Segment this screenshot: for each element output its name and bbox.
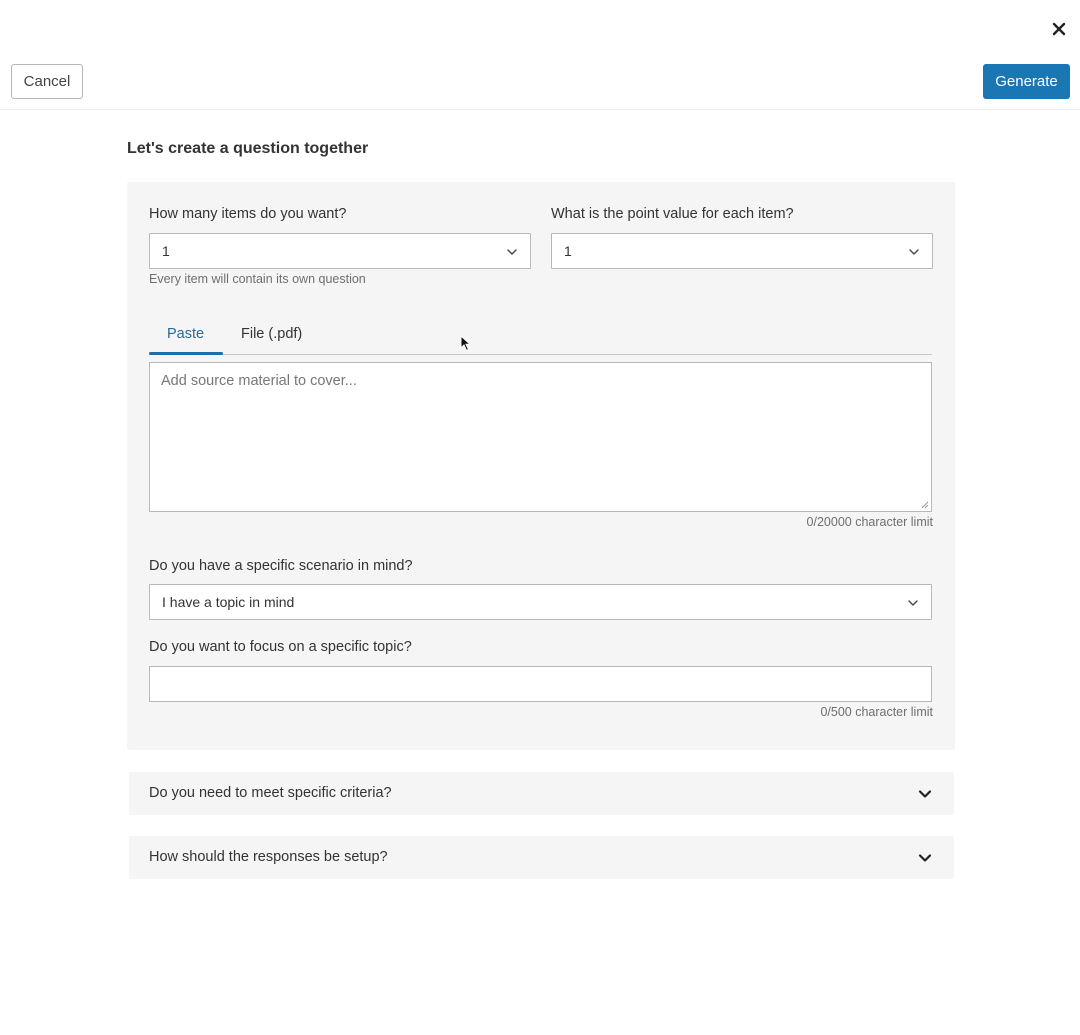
chevron-down-icon: [507, 249, 517, 255]
tabs-divider: [149, 354, 932, 355]
active-tab-indicator: [149, 352, 223, 355]
page-title: Let's create a question together: [127, 140, 369, 157]
accordion-specific-criteria[interactable]: Do you need to meet specific criteria?: [129, 772, 954, 815]
accordion-responses-setup-label: How should the responses be setup?: [149, 849, 388, 865]
resize-handle-icon[interactable]: [921, 501, 929, 509]
items-count-label: How many items do you want?: [149, 206, 347, 222]
chevron-down-icon: [918, 790, 932, 798]
chevron-down-icon: [908, 600, 918, 606]
point-value-label: What is the point value for each item?: [551, 206, 794, 222]
point-value-value: 1: [564, 243, 572, 259]
generate-button[interactable]: Generate: [983, 64, 1070, 99]
scenario-select[interactable]: I have a topic in mind: [149, 584, 932, 620]
chevron-down-icon: [918, 854, 932, 862]
items-count-value: 1: [162, 243, 170, 259]
source-char-limit: 0/20000 character limit: [806, 515, 933, 529]
question-form-panel: How many items do you want? 1 Every item…: [127, 182, 955, 750]
source-material-placeholder: Add source material to cover...: [161, 373, 357, 389]
tab-file-pdf[interactable]: File (.pdf): [241, 326, 302, 342]
source-material-textarea[interactable]: Add source material to cover...: [149, 362, 932, 512]
scenario-value: I have a topic in mind: [162, 594, 295, 610]
tab-paste[interactable]: Paste: [167, 326, 204, 342]
mouse-cursor-icon: [460, 335, 472, 352]
close-button[interactable]: [1046, 16, 1072, 42]
close-icon: [1052, 22, 1066, 36]
cancel-button[interactable]: Cancel: [11, 64, 83, 99]
topic-label: Do you want to focus on a specific topic…: [149, 639, 412, 655]
items-count-hint: Every item will contain its own question: [149, 272, 366, 286]
accordion-responses-setup[interactable]: How should the responses be setup?: [129, 836, 954, 879]
items-count-select[interactable]: 1: [149, 233, 531, 269]
chevron-down-icon: [909, 249, 919, 255]
point-value-select[interactable]: 1: [551, 233, 933, 269]
scenario-label: Do you have a specific scenario in mind?: [149, 558, 413, 574]
topic-input[interactable]: [149, 666, 932, 702]
accordion-specific-criteria-label: Do you need to meet specific criteria?: [149, 785, 392, 801]
top-bar: Cancel Generate: [0, 60, 1080, 110]
topic-char-limit: 0/500 character limit: [820, 705, 933, 719]
